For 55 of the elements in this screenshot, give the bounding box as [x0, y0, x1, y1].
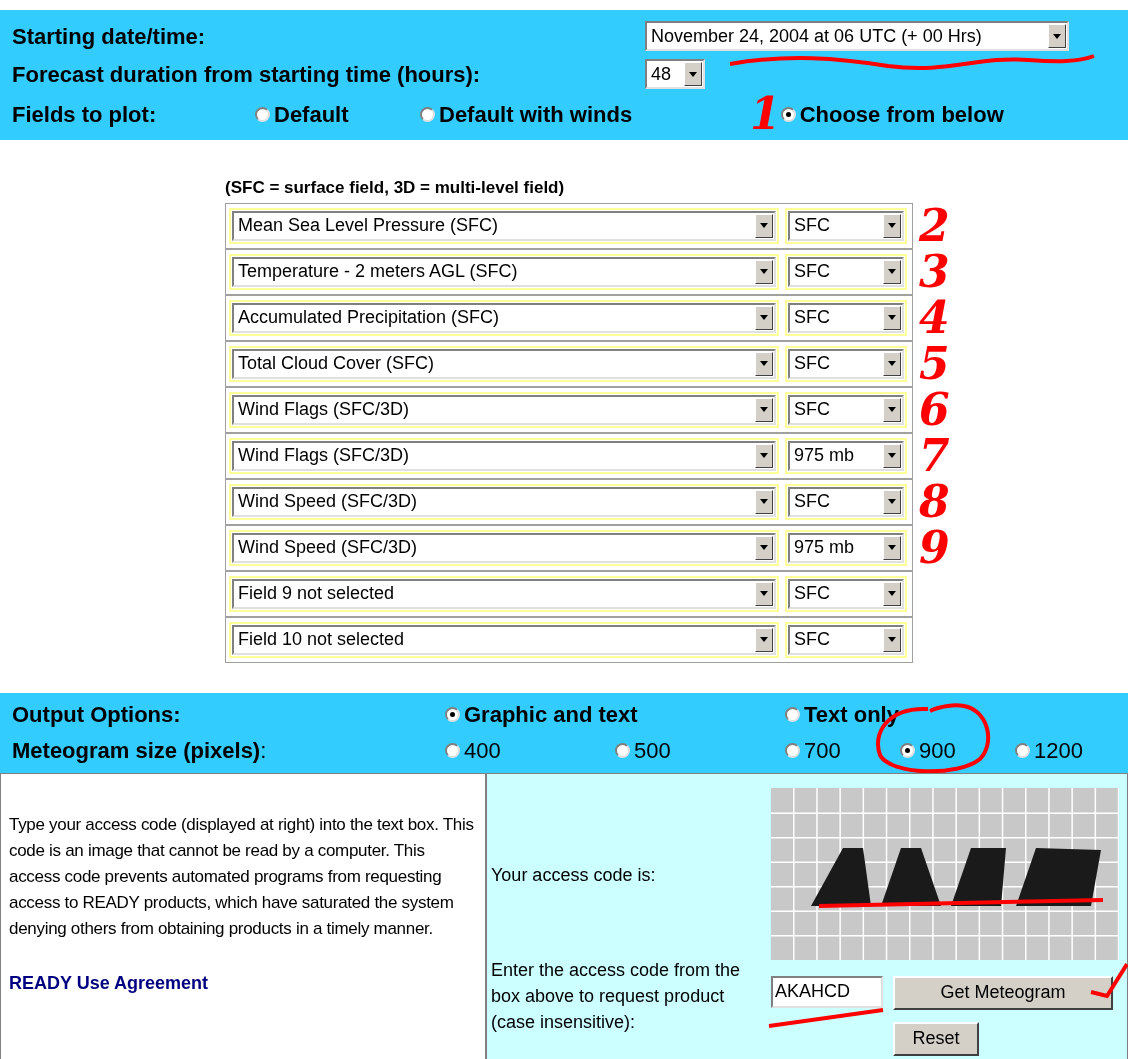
dropdown[interactable]: SFC [788, 302, 904, 333]
access-code-label: Your access code is: [491, 863, 657, 887]
dropdown[interactable]: SFC [788, 210, 904, 241]
dropdown[interactable]: Mean Sea Level Pressure (SFC) [232, 210, 776, 241]
radio-label: 400 [464, 737, 501, 765]
radio-button[interactable] [780, 106, 796, 122]
dropdown[interactable]: November 24, 2004 at 06 UTC (+ 00 Hrs) [645, 21, 1069, 51]
dropdown[interactable]: Temperature - 2 meters AGL (SFC) [232, 256, 776, 287]
dropdown[interactable]: SFC [788, 486, 904, 517]
dropdown[interactable]: SFC [788, 394, 904, 425]
dropdown[interactable]: Field 9 not selected [232, 578, 776, 609]
fields-note: (SFC = surface field, 3D = multi-level field) [225, 177, 566, 199]
agreement-link[interactable]: READY Use Agreement [9, 969, 475, 997]
radio-label: Default with winds [439, 100, 633, 129]
radio-button[interactable] [785, 707, 800, 722]
dropdown[interactable]: Field 10 not selected [232, 624, 776, 655]
dropdown[interactable]: SFC [788, 578, 904, 609]
dropdown[interactable]: 975 mb [788, 532, 904, 563]
get-meteogram-button[interactable]: Get Meteogram [893, 975, 1113, 1010]
radio-label: 900 [919, 737, 956, 765]
dropdown[interactable]: Total Cloud Cover (SFC) [232, 348, 776, 379]
radio-button[interactable] [900, 743, 915, 758]
radio-label: Graphic and text [464, 701, 638, 729]
radio-label: 500 [634, 737, 671, 765]
dropdown[interactable]: Accumulated Precipitation (SFC) [232, 302, 776, 333]
enter-code-label: Enter the access code from the box above to request product (case insensitive): [491, 958, 742, 1034]
dropdown[interactable]: SFC [788, 348, 904, 379]
radio-label: 1200 [1034, 737, 1083, 765]
dropdown[interactable]: 975 mb [788, 440, 904, 471]
field-label: Forecast duration from starting time (hours): [12, 60, 482, 89]
radio-label: Choose from below [799, 100, 1004, 129]
access-description: Type your access code (displayed at right) into the text box. This code is an image that cannot be read by a computer. This access code prevents automated programs from requesting access to READY products, which have saturated the system denying others from obtaining products in a timely manner. [9, 813, 475, 940]
radio-button[interactable] [445, 743, 460, 758]
field-label: Fields to plot: [12, 100, 158, 129]
radio-button[interactable] [1015, 743, 1030, 758]
dropdown[interactable]: SFC [788, 624, 904, 655]
radio-button[interactable] [420, 106, 435, 122]
dropdown[interactable]: Wind Speed (SFC/3D) [232, 486, 776, 517]
dropdown[interactable]: 48 [645, 59, 705, 89]
radio-button[interactable] [445, 707, 460, 722]
dropdown[interactable]: Wind Speed (SFC/3D) [232, 532, 776, 563]
radio-label: 700 [804, 737, 841, 765]
dropdown[interactable]: Wind Flags (SFC/3D) [232, 440, 776, 471]
reset-button[interactable]: Reset [893, 1021, 979, 1056]
field-label: Output Options: [12, 701, 182, 729]
radio-label: Default [274, 100, 349, 129]
access-code-field[interactable]: AKAHCD [771, 975, 883, 1008]
field-label: Meteogram size (pixels): [12, 737, 268, 765]
field-label: Starting date/time: [12, 22, 207, 51]
dropdown[interactable]: Wind Flags (SFC/3D) [232, 394, 776, 425]
dropdown[interactable]: SFC [788, 256, 904, 287]
radio-button[interactable] [785, 743, 800, 758]
radio-button[interactable] [615, 743, 630, 758]
handwritten-number: 1 [750, 92, 781, 136]
radio-button[interactable] [255, 106, 270, 122]
